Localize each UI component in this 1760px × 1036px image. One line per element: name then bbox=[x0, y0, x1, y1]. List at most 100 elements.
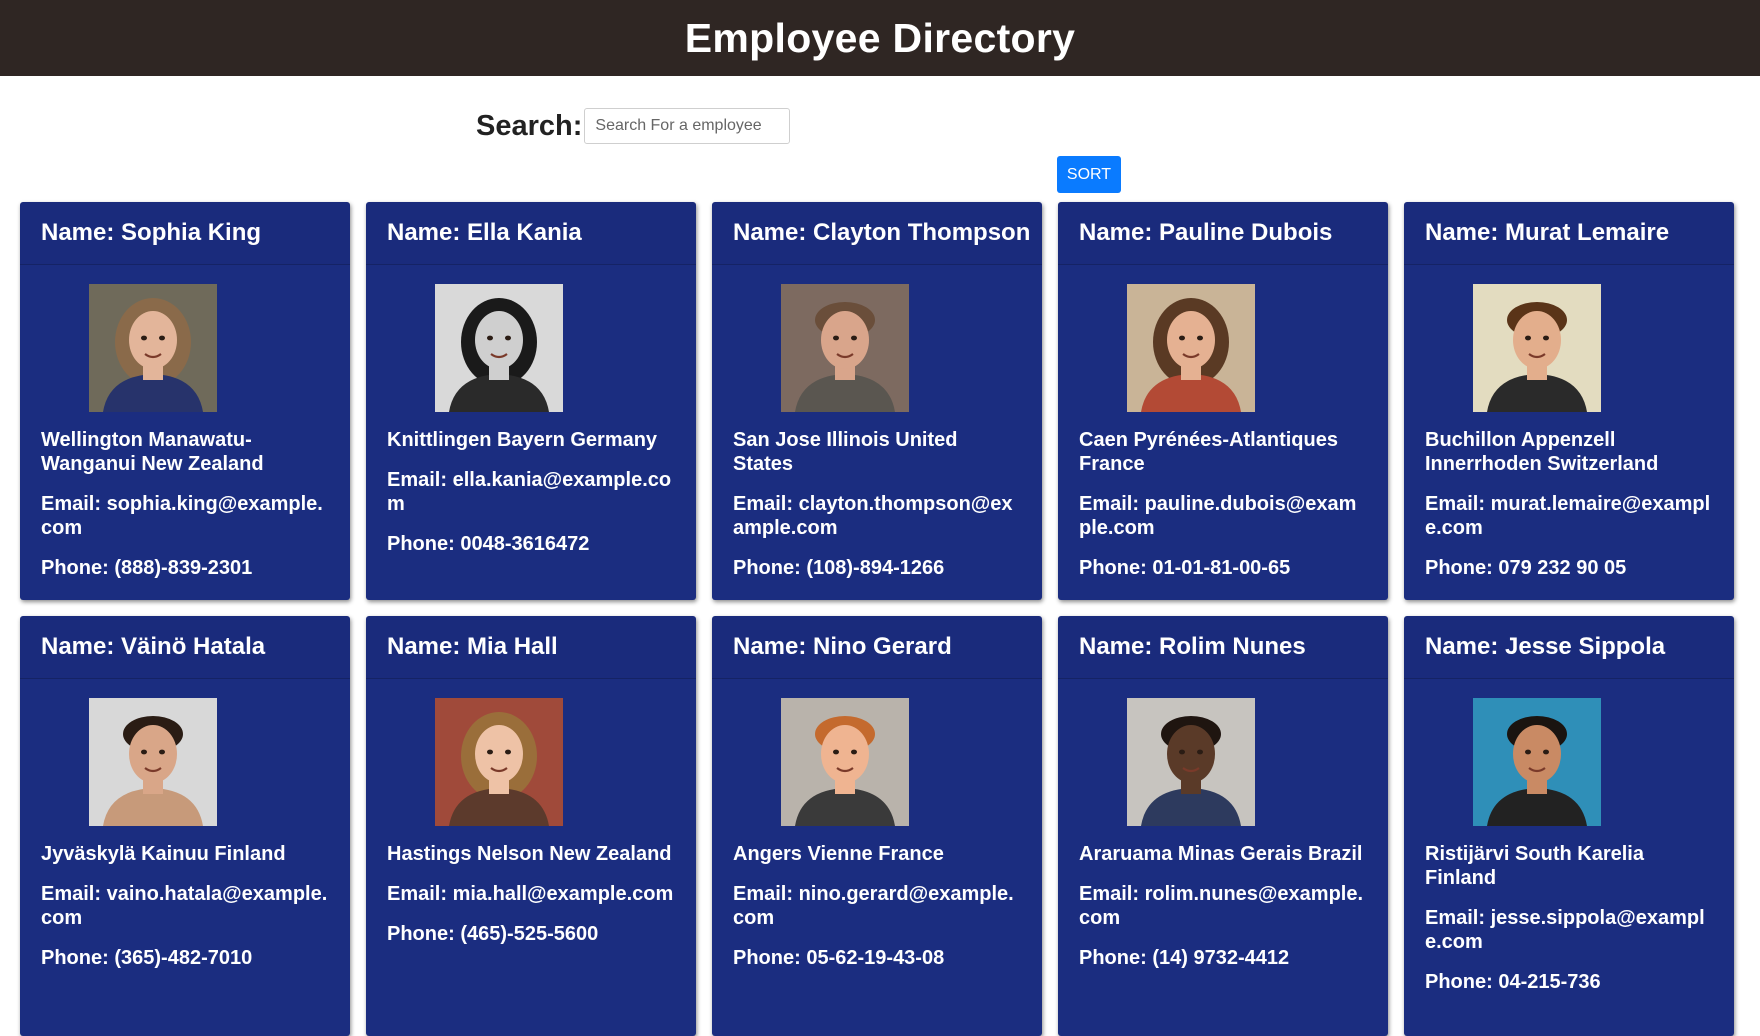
employee-name: Name: Murat Lemaire bbox=[1404, 202, 1734, 265]
man-portrait-icon bbox=[781, 698, 909, 826]
employee-email: Email: mia.hall@example.com bbox=[387, 882, 675, 906]
employee-email: Email: rolim.nunes@example.com bbox=[1079, 882, 1367, 930]
employee-phone: Phone: (888)-839-2301 bbox=[41, 556, 329, 580]
phone-prefix: Phone: bbox=[41, 947, 115, 969]
employee-name: Name: Nino Gerard bbox=[712, 616, 1042, 679]
employee-location: Knittlingen Bayern Germany bbox=[387, 429, 658, 451]
name-prefix: Name: bbox=[733, 219, 814, 246]
email-prefix: Email: bbox=[1425, 493, 1491, 515]
employee-name: Name: Mia Hall bbox=[366, 616, 696, 679]
phone-prefix: Phone: bbox=[387, 533, 461, 555]
employee-grid: Name: Sophia King Wellington Manawatu-Wan… bbox=[20, 202, 1734, 1036]
man-portrait-icon bbox=[89, 698, 217, 826]
name-value: Sophia King bbox=[121, 219, 262, 246]
card-body: Caen Pyrénées-Atlantiques France Email: p… bbox=[1058, 265, 1388, 580]
name-prefix: Name: bbox=[733, 633, 814, 660]
name-value: Pauline Dubois bbox=[1159, 219, 1333, 246]
card-body: Angers Vienne France Email: nino.gerard@e… bbox=[712, 679, 1042, 970]
employee-name: Name: Ella Kania bbox=[366, 202, 696, 265]
employee-email: Email: ella.kania@example.com bbox=[387, 468, 675, 516]
employee-location: Wellington Manawatu-Wanganui New Zealand bbox=[41, 429, 264, 475]
email-prefix: Email: bbox=[1079, 883, 1145, 905]
phone-value: (108)-894-1266 bbox=[806, 557, 945, 579]
employee-location: Jyväskylä Kainuu Finland bbox=[41, 843, 286, 865]
employee-email: Email: pauline.dubois@example.com bbox=[1079, 492, 1367, 540]
name-prefix: Name: bbox=[1079, 633, 1160, 660]
employee-phone: Phone: 05-62-19-43-08 bbox=[733, 946, 1021, 970]
name-value: Ella Kania bbox=[467, 219, 582, 246]
woman-portrait-icon bbox=[1127, 284, 1255, 412]
employee-email: Email: vaino.hatala@example.com bbox=[41, 882, 329, 930]
employee-email: Email: sophia.king@example.com bbox=[41, 492, 329, 540]
name-value: Rolim Nunes bbox=[1159, 633, 1306, 660]
employee-location: San Jose Illinois United States bbox=[733, 429, 958, 475]
employee-card: Name: Mia Hall Hastings Nelson New Zealan… bbox=[366, 616, 696, 1036]
sort-button[interactable]: SORT bbox=[1057, 156, 1121, 193]
phone-value: 05-62-19-43-08 bbox=[806, 947, 945, 969]
employee-email: Email: nino.gerard@example.com bbox=[733, 882, 1021, 930]
employee-location: Araruama Minas Gerais Brazil bbox=[1079, 843, 1363, 865]
employee-phone: Phone: (108)-894-1266 bbox=[733, 556, 1021, 580]
employee-card: Name: Murat Lemaire Buchillon Appenzell I… bbox=[1404, 202, 1734, 600]
card-body: Araruama Minas Gerais Brazil Email: rolim… bbox=[1058, 679, 1388, 970]
employee-card: Name: Pauline Dubois Caen Pyrénées-Atlant… bbox=[1058, 202, 1388, 600]
name-prefix: Name: bbox=[1425, 633, 1506, 660]
email-prefix: Email: bbox=[41, 493, 107, 515]
email-prefix: Email: bbox=[733, 493, 799, 515]
phone-prefix: Phone: bbox=[1079, 947, 1153, 969]
phone-prefix: Phone: bbox=[41, 557, 115, 579]
employee-phone: Phone: (465)-525-5600 bbox=[387, 922, 675, 946]
email-prefix: Email: bbox=[733, 883, 799, 905]
search-bar: Search: bbox=[476, 108, 791, 144]
employee-email: Email: jesse.sippola@example.com bbox=[1425, 906, 1713, 954]
name-value: Jesse Sippola bbox=[1505, 633, 1666, 660]
phone-prefix: Phone: bbox=[387, 923, 461, 945]
email-prefix: Email: bbox=[1425, 907, 1491, 929]
employee-location: Ristijärvi South Karelia Finland bbox=[1425, 843, 1644, 889]
name-value: Mia Hall bbox=[467, 633, 558, 660]
name-prefix: Name: bbox=[41, 633, 122, 660]
employee-phone: Phone: 079 232 90 05 bbox=[1425, 556, 1713, 580]
employee-name: Name: Jesse Sippola bbox=[1404, 616, 1734, 679]
phone-value: 0048-3616472 bbox=[460, 533, 590, 555]
card-body: Jyväskylä Kainuu Finland Email: vaino.hat… bbox=[20, 679, 350, 970]
card-body: Hastings Nelson New Zealand Email: mia.ha… bbox=[366, 679, 696, 946]
employee-name: Name: Rolim Nunes bbox=[1058, 616, 1388, 679]
name-value: Murat Lemaire bbox=[1505, 219, 1670, 246]
card-body: Ristijärvi South Karelia Finland Email: j… bbox=[1404, 679, 1734, 994]
phone-prefix: Phone: bbox=[1079, 557, 1153, 579]
name-prefix: Name: bbox=[387, 219, 468, 246]
name-value: Väinö Hatala bbox=[121, 633, 266, 660]
phone-value: (888)-839-2301 bbox=[114, 557, 253, 579]
phone-prefix: Phone: bbox=[733, 947, 807, 969]
card-body: Wellington Manawatu-Wanganui New Zealand… bbox=[20, 265, 350, 580]
employee-location: Caen Pyrénées-Atlantiques France bbox=[1079, 429, 1338, 475]
phone-prefix: Phone: bbox=[733, 557, 807, 579]
phone-value: (365)-482-7010 bbox=[114, 947, 253, 969]
employee-card: Name: Ella Kania Knittlingen Bayern Germa… bbox=[366, 202, 696, 600]
employee-card: Name: Jesse Sippola Ristijärvi South Kare… bbox=[1404, 616, 1734, 1036]
employee-phone: Phone: 01-01-81-00-65 bbox=[1079, 556, 1367, 580]
page-title: Employee Directory bbox=[684, 14, 1076, 61]
employee-phone: Phone: (365)-482-7010 bbox=[41, 946, 329, 970]
woman-portrait-icon bbox=[435, 284, 563, 412]
employee-card: Name: Väinö Hatala Jyväskylä Kainuu Finla… bbox=[20, 616, 350, 1036]
woman-portrait-icon bbox=[435, 698, 563, 826]
name-value: Clayton Thompson bbox=[813, 219, 1031, 246]
email-prefix: Email: bbox=[1079, 493, 1145, 515]
employee-name: Name: Clayton Thompson bbox=[712, 202, 1042, 265]
card-body: Buchillon Appenzell Innerrhoden Switzerl… bbox=[1404, 265, 1734, 580]
search-label: Search: bbox=[476, 109, 583, 142]
email-prefix: Email: bbox=[41, 883, 107, 905]
employee-card: Name: Sophia King Wellington Manawatu-Wan… bbox=[20, 202, 350, 600]
employee-card: Name: Nino Gerard Angers Vienne France Ema… bbox=[712, 616, 1042, 1036]
phone-value: (465)-525-5600 bbox=[460, 923, 599, 945]
email-prefix: Email: bbox=[387, 883, 453, 905]
search-input[interactable] bbox=[584, 108, 791, 144]
employee-phone: Phone: 0048-3616472 bbox=[387, 532, 675, 556]
name-value: Nino Gerard bbox=[813, 633, 952, 660]
employee-card: Name: Rolim Nunes Araruama Minas Gerais B… bbox=[1058, 616, 1388, 1036]
employee-phone: Phone: (14) 9732-4412 bbox=[1079, 946, 1367, 970]
phone-value: 01-01-81-00-65 bbox=[1152, 557, 1291, 579]
man-portrait-icon bbox=[1473, 698, 1601, 826]
